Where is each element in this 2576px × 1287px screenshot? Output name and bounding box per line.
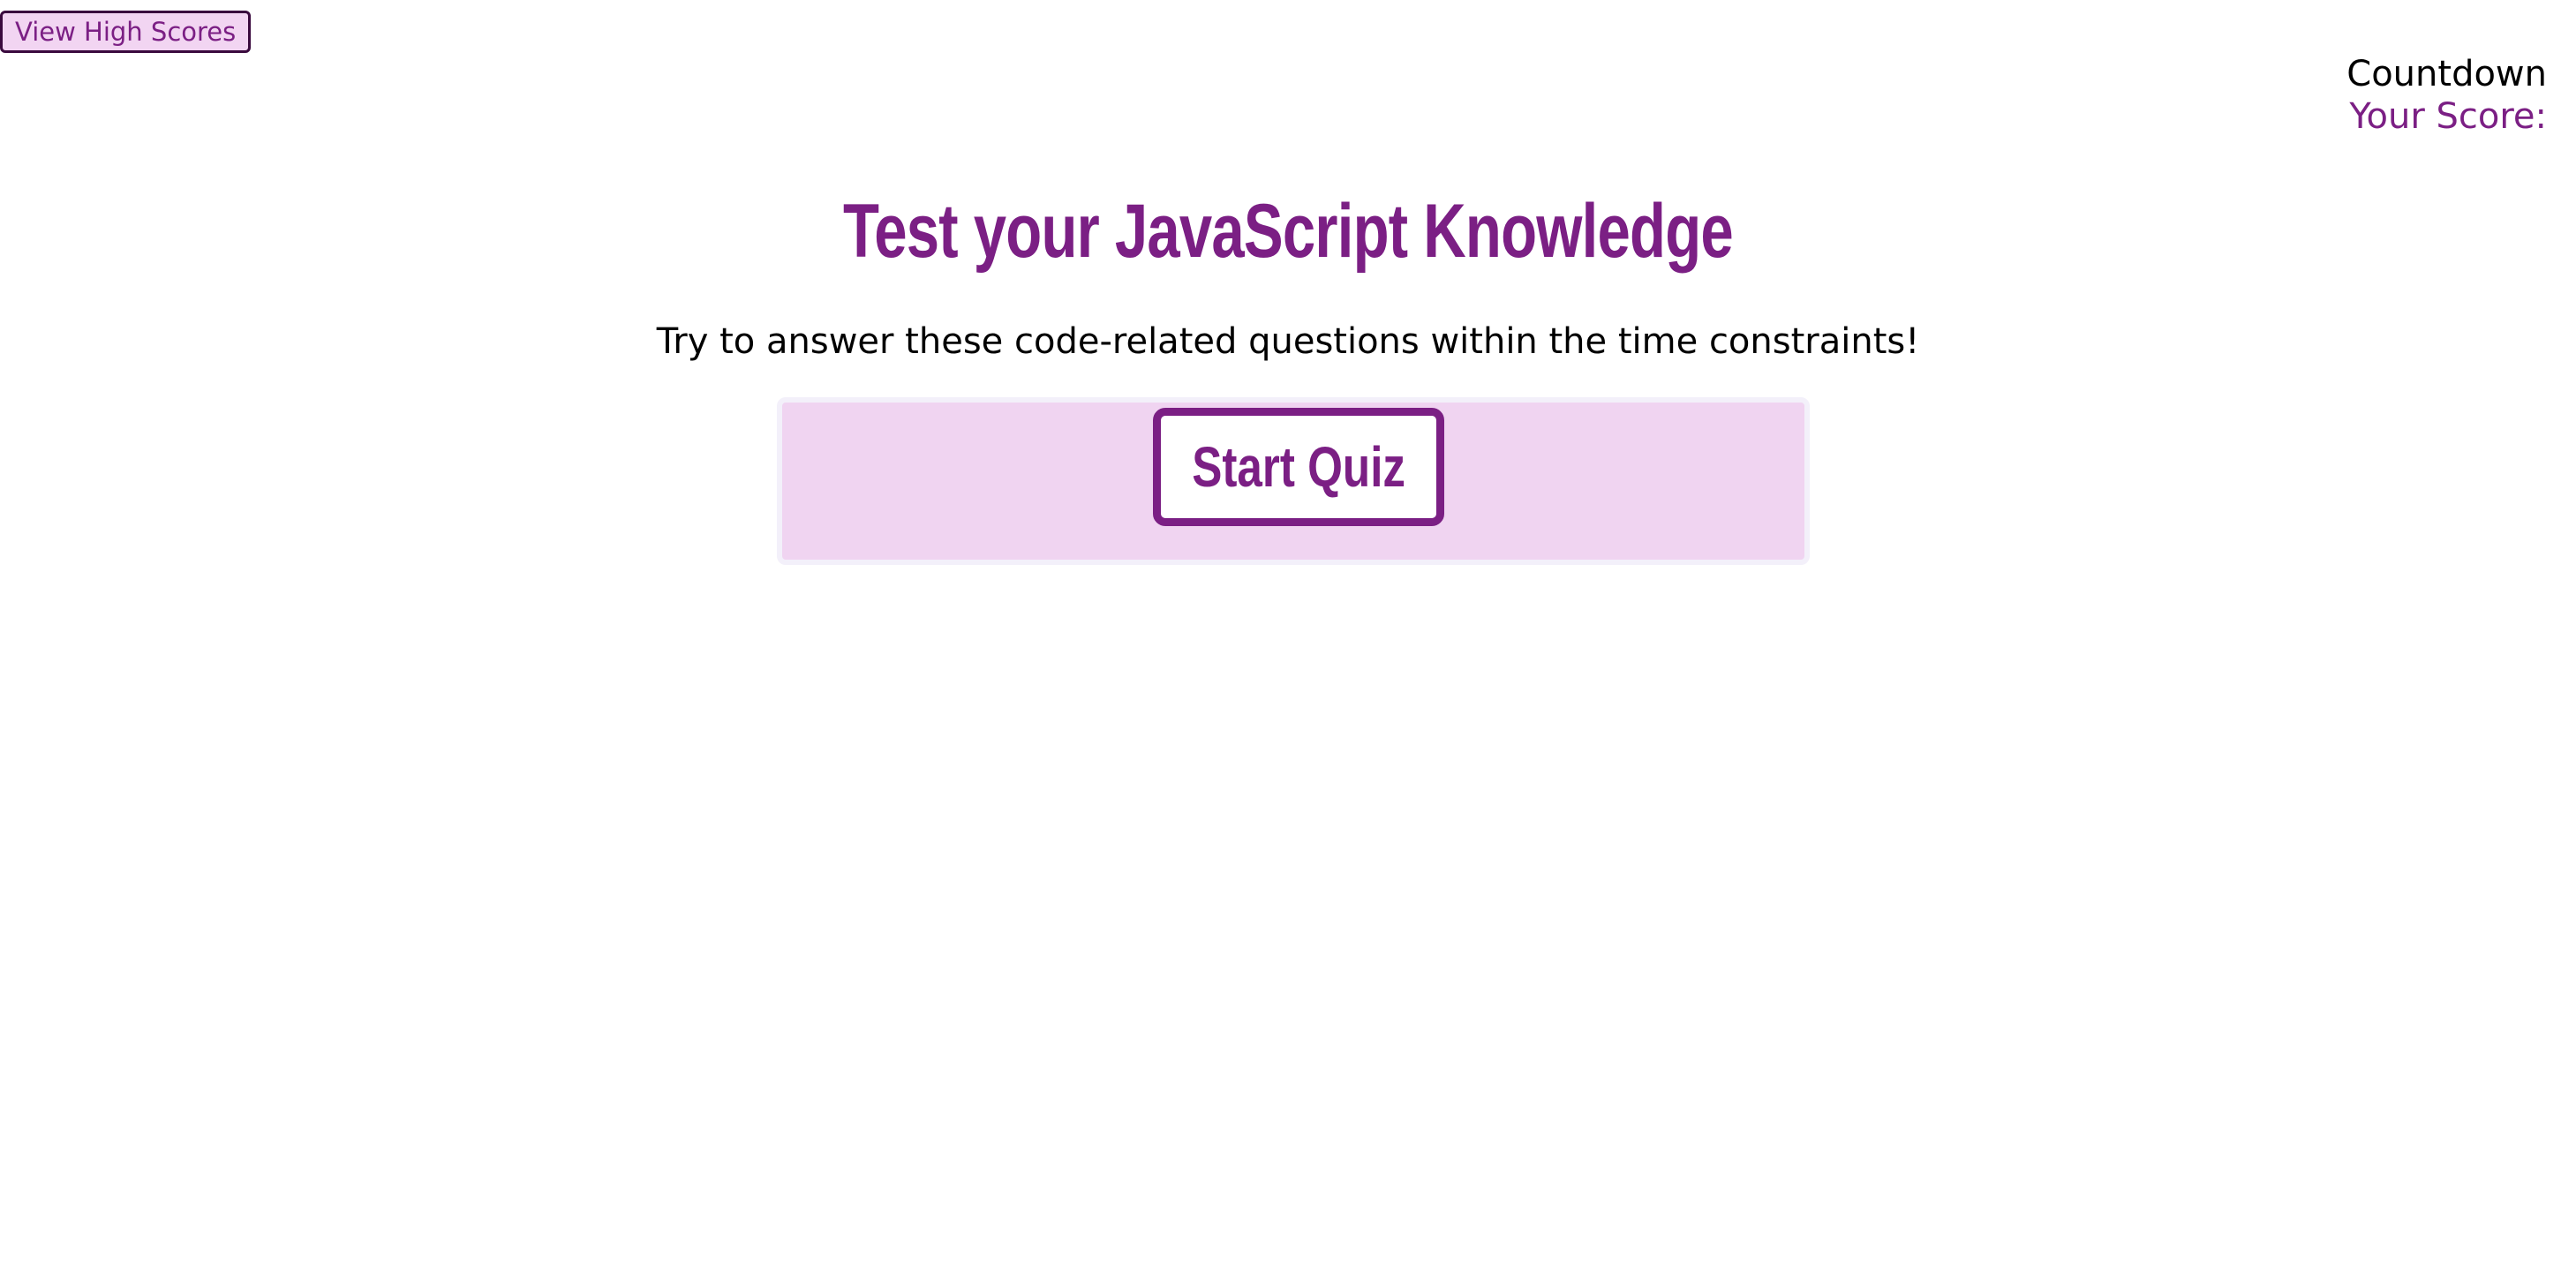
score-display: Your Score: — [2349, 96, 2547, 137]
countdown-timer: Countdown — [2346, 54, 2547, 94]
view-high-scores-button[interactable]: View High Scores — [0, 11, 252, 53]
page-subtitle: Try to answer these code-related questio… — [656, 321, 1920, 362]
start-quiz-button[interactable]: Start Quiz — [1153, 408, 1444, 526]
status-panel: Countdown Your Score: — [2346, 53, 2547, 138]
start-quiz-label: Start Quiz — [1192, 435, 1405, 499]
quiz-page: View High Scores Countdown Your Score: T… — [0, 0, 2576, 1287]
page-title: Test your JavaScript Knowledge — [843, 189, 1734, 274]
quiz-panel: Start Quiz — [777, 397, 1810, 565]
